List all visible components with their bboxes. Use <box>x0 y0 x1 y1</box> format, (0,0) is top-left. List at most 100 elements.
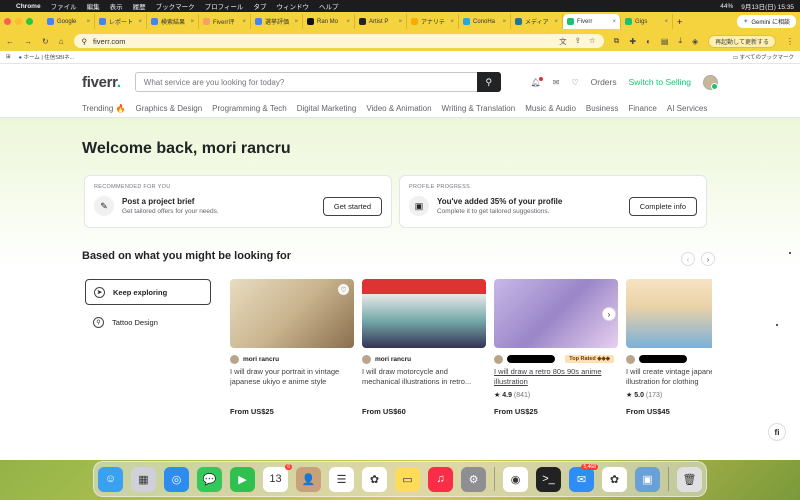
browser-tab[interactable]: 検索結果 × <box>147 14 199 29</box>
tab-close-icon[interactable]: × <box>450 19 454 25</box>
carousel-next-icon[interactable]: › <box>701 252 715 266</box>
dock-mail-icon[interactable]: ✉ 5,468 <box>569 463 598 492</box>
gig-title[interactable]: I will draw your portrait in vintage jap… <box>230 367 354 387</box>
complete-info-button[interactable]: Complete info <box>628 196 697 216</box>
relaunch-button[interactable]: 再起動して更新する <box>708 34 776 48</box>
gig-card[interactable]: ♡ mori rancru I will draw your portrait in… <box>230 279 354 416</box>
tab-close-icon[interactable]: × <box>190 19 194 25</box>
favorites-heart-icon[interactable]: ♡ <box>571 78 578 87</box>
category-link[interactable]: Digital Marketing <box>297 104 357 113</box>
category-link[interactable]: Graphics & Design <box>135 104 202 113</box>
apps-grid-icon[interactable]: ⊞ <box>6 54 11 60</box>
bookmark-home[interactable]: ● ホーム | 住信SBIネ... <box>19 53 75 61</box>
menubar-item[interactable]: タブ <box>253 1 266 11</box>
tab-close-icon[interactable]: × <box>664 19 668 25</box>
carousel-prev-icon[interactable]: ‹ <box>681 252 695 266</box>
menubar-item[interactable]: ブックマーク <box>156 1 195 11</box>
browser-tab[interactable]: メディア × <box>511 14 563 29</box>
browser-tab[interactable]: Fiverr × <box>563 14 621 29</box>
minimize-window-button[interactable] <box>15 18 22 25</box>
dock-preview-icon[interactable]: ▣ <box>635 466 660 492</box>
browser-tab[interactable]: ConoHa × <box>459 14 511 29</box>
tab-close-icon[interactable]: × <box>554 19 558 25</box>
back-icon[interactable]: ← <box>6 37 14 46</box>
fiverr-logo[interactable]: fiverr. <box>82 74 121 91</box>
gig-image[interactable]: › <box>494 279 618 348</box>
browser-tab[interactable]: アナリテ × <box>407 14 459 29</box>
menubar-item[interactable]: 表示 <box>110 1 123 11</box>
url-text[interactable]: fiverr.com <box>93 37 126 46</box>
address-bar[interactable]: ⚲ fiverr.com 文 ⇪ ☆ <box>73 34 604 48</box>
tab-close-icon[interactable]: × <box>294 19 298 25</box>
menubar-item[interactable]: ファイル <box>51 1 77 11</box>
dock-safari-icon[interactable]: ◎ <box>164 466 189 492</box>
clock-text[interactable]: 9月13日(日) 15:35 <box>741 1 794 11</box>
dock-settings-icon[interactable]: ⚙ <box>461 466 486 492</box>
menubar-item[interactable]: ウィンドウ <box>276 1 309 11</box>
gig-title[interactable]: I will draw a retro 80s 90s anime illust… <box>494 367 618 387</box>
sidepanel-icon[interactable]: ▤ <box>661 37 669 46</box>
category-link[interactable]: Writing & Translation <box>442 104 516 113</box>
notifications-bell-icon[interactable]: 🔔︎ <box>531 76 543 87</box>
menu-icon[interactable]: ⋮ <box>786 37 794 46</box>
tab-close-icon[interactable]: × <box>86 19 90 25</box>
category-link[interactable]: Music & Audio <box>525 104 576 113</box>
favorite-heart-icon[interactable]: ♡ <box>338 284 349 295</box>
category-link[interactable]: Finance <box>628 104 656 113</box>
fiverr-help-button[interactable]: fi <box>768 423 786 441</box>
dock-music-icon[interactable]: ♫ <box>428 466 453 492</box>
forward-icon[interactable]: → <box>24 37 32 46</box>
gig-image[interactable]: ♡ <box>230 279 354 348</box>
close-window-button[interactable] <box>4 18 11 25</box>
extension-icon[interactable]: ⧉ <box>614 36 620 46</box>
tab-close-icon[interactable]: × <box>612 19 616 25</box>
gig-title[interactable]: I will draw motorcycle and mechanical il… <box>362 367 486 387</box>
menubar-item[interactable]: プロフィール <box>205 1 244 11</box>
search-input[interactable]: What service are you looking for today? <box>144 78 285 87</box>
download-icon[interactable]: ⤓ <box>678 36 682 46</box>
zoom-window-button[interactable] <box>26 18 33 25</box>
reload-icon[interactable]: ↻ <box>42 37 49 46</box>
dock-contacts-icon[interactable]: 👤 <box>296 466 321 492</box>
menubar-item[interactable]: 履歴 <box>133 1 146 11</box>
dock-reminders-icon[interactable]: ☰ <box>329 466 354 492</box>
gemini-button[interactable]: ✦ Gemini に相談 <box>737 15 796 28</box>
user-avatar[interactable] <box>703 74 718 90</box>
switch-to-selling-link[interactable]: Switch to Selling <box>629 77 691 87</box>
category-link[interactable]: Business <box>586 104 618 113</box>
browser-tab[interactable]: 選挙評価 × <box>251 14 303 29</box>
dock-terminal-icon[interactable]: >_ <box>536 466 561 492</box>
messages-envelope-icon[interactable]: ✉ <box>553 78 560 87</box>
tab-close-icon[interactable]: × <box>398 19 402 25</box>
sidebar-item-keep-exploring[interactable]: ➤ Keep exploring <box>85 279 211 305</box>
gig-image[interactable] <box>626 279 712 348</box>
dock-notes-icon[interactable]: ▭ <box>395 466 420 492</box>
browser-tab[interactable]: Fiverr评 × <box>199 14 251 29</box>
browser-tab[interactable]: Google × <box>43 14 95 29</box>
tab-close-icon[interactable]: × <box>346 19 350 25</box>
dock-facetime-icon[interactable]: ▶ <box>230 466 255 492</box>
gig-card[interactable]: › Top Rated ◆◆◆ I will draw a retro 80s 90… <box>494 279 618 416</box>
dock-chrome-icon[interactable]: ◉ <box>503 466 528 492</box>
extensions-puzzle-icon[interactable]: ✚ <box>629 37 636 46</box>
browser-tab[interactable]: Gigs × <box>621 14 673 29</box>
browser-tab[interactable]: レポート × <box>95 14 147 29</box>
menubar-app[interactable]: Chrome <box>16 3 41 10</box>
site-info-icon[interactable]: ⚲ <box>82 37 88 46</box>
dock-launchpad-icon[interactable]: ▦ <box>131 466 156 492</box>
dock-messages-icon[interactable]: 💬 <box>197 466 222 492</box>
sidebar-item-tattoo-design[interactable]: ⚲ Tattoo Design <box>85 309 211 335</box>
orders-link[interactable]: Orders <box>591 77 617 87</box>
tab-close-icon[interactable]: × <box>502 19 506 25</box>
gig-image[interactable] <box>362 279 486 348</box>
all-bookmarks[interactable]: ▭ すべてのブックマーク <box>733 53 794 61</box>
tab-close-icon[interactable]: × <box>242 19 246 25</box>
home-icon[interactable]: ⌂ <box>59 37 64 46</box>
search-button[interactable]: ⚲ <box>476 72 501 92</box>
dock-finder-icon[interactable]: ☺ <box>98 466 123 492</box>
get-started-button[interactable]: Get started <box>322 196 382 216</box>
dock-calendar-icon[interactable]: 13 6 <box>263 463 292 492</box>
dock-photos-icon[interactable]: ✿ <box>362 466 387 492</box>
menubar-item[interactable]: ヘルプ <box>319 1 339 11</box>
dock-trash-icon[interactable]: 🗑 <box>677 466 702 492</box>
